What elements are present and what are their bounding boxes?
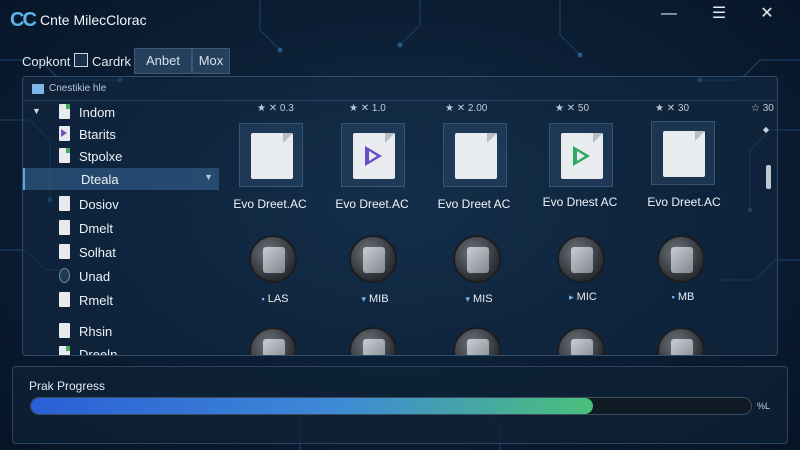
maximize-icon[interactable]: ☰ [707, 2, 731, 26]
disk-icon [59, 268, 70, 283]
drive-icon[interactable] [657, 235, 705, 283]
browser-header: Cnestikie hle [23, 77, 777, 101]
drive-icon[interactable] [557, 235, 605, 283]
drive-icon[interactable] [349, 235, 397, 283]
media-file-icon [561, 133, 603, 179]
sidebar-item-dreeln[interactable]: Dreeln [23, 343, 219, 356]
sidebar-item-dmelt[interactable]: Dmelt [23, 217, 219, 239]
drive-label: ▾ MIB [361, 293, 389, 305]
sidebar-item-label: Dosiov [79, 197, 119, 212]
column-rating: ☆ 30 [751, 103, 774, 114]
file-name: Evo Dreet.AC [647, 195, 721, 209]
file-tile[interactable] [341, 123, 405, 187]
file-tile[interactable] [239, 123, 303, 187]
document-icon [59, 292, 70, 307]
sidebar-item-label: Rhsin [79, 324, 113, 339]
toolbar-label: Copkont [22, 54, 71, 69]
file-grid: ★ ✕ 0.3 ★ ✕ 1.0 ★ ✕ 2.00 ★ ✕ 50 ★ ✕ 30 ☆… [219, 101, 777, 355]
sidebar-item-solhat[interactable]: Solhat [23, 241, 219, 263]
checkbox[interactable] [74, 53, 88, 67]
drive-label: ▾ MIS [465, 293, 493, 305]
drive-label: ▪ LAS [261, 293, 289, 305]
file-browser-panel: Cnestikie hle ▼ Indom Btarits Stpolxe Dt… [22, 76, 778, 356]
sidebar-item-btarits[interactable]: Btarits [23, 123, 219, 145]
drive-icon[interactable] [453, 327, 501, 355]
close-icon[interactable]: ✕ [755, 2, 779, 26]
sidebar-item-label: Unad [79, 269, 111, 284]
drive-label: ▸ MIC [569, 291, 597, 303]
document-icon [663, 131, 705, 177]
progress-value: %L [757, 401, 771, 411]
expand-caret-icon[interactable]: ▼ [32, 106, 41, 116]
file-name: Evo Dreet.AC [335, 197, 409, 211]
browser-title: Cnestikie hle [49, 83, 107, 94]
document-icon [251, 133, 293, 179]
progress-bar [30, 397, 752, 415]
document-icon [59, 244, 70, 259]
column-rating: ★ ✕ 30 [655, 103, 690, 114]
drive-icon[interactable] [249, 327, 297, 355]
sidebar-item-indom[interactable]: ▼ Indom [23, 101, 219, 123]
document-icon [59, 220, 70, 235]
document-icon [59, 196, 70, 211]
sidebar-item-stpolxe[interactable]: Stpolxe [23, 145, 219, 167]
document-icon [59, 148, 70, 163]
progress-title: Prak Progress [29, 379, 106, 393]
sidebar-item-label: Solhat [79, 245, 116, 260]
tab-mox[interactable]: Mox [192, 48, 230, 74]
document-icon [455, 133, 497, 179]
scrollbar-thumb[interactable] [766, 165, 771, 189]
document-icon [59, 104, 70, 119]
file-tile[interactable] [651, 121, 715, 185]
sidebar-item-label: Dreeln [79, 347, 118, 356]
drive-icon[interactable] [453, 235, 501, 283]
sidebar-item-unad[interactable]: Unad [23, 265, 219, 287]
drive-icon[interactable] [557, 327, 605, 355]
folder-icon [32, 84, 44, 94]
sidebar-item-label: Rmelt [79, 293, 113, 308]
window-title: Cnte MilecClorac [40, 12, 147, 28]
sidebar-item-label: Stpolxe [79, 149, 123, 164]
drive-label: ▪ MB [671, 291, 695, 303]
sidebar-item-label: Dmelt [79, 221, 113, 236]
sidebar-item-dosiov[interactable]: Dosiov [23, 193, 219, 215]
media-file-icon [353, 133, 395, 179]
tab-anbet[interactable]: Anbet [134, 48, 192, 74]
file-name: Evo Dreet.AC [233, 197, 307, 211]
file-name: Evo Dnest AC [542, 195, 618, 209]
file-tile[interactable] [443, 123, 507, 187]
sidebar: ▼ Indom Btarits Stpolxe Dteala ▼ Dosiov … [23, 101, 219, 356]
drive-icon[interactable] [349, 327, 397, 355]
progress-fill [31, 398, 593, 414]
file-tile[interactable] [549, 123, 613, 187]
column-rating: ★ ✕ 1.0 [349, 103, 386, 114]
checkbox-label: Cardrk [92, 54, 132, 69]
column-rating: ★ ✕ 2.00 [445, 103, 488, 114]
sidebar-item-rmelt[interactable]: Rmelt [23, 289, 219, 311]
minimize-icon[interactable]: — [657, 2, 681, 26]
sidebar-item-rhsin[interactable]: Rhsin [23, 320, 219, 342]
sidebar-item-label: Dteala [81, 172, 119, 187]
scroll-up-icon[interactable]: ◆ [763, 125, 769, 134]
progress-panel: Prak Progress %L [12, 366, 788, 444]
app-logo: CC [10, 9, 37, 31]
drive-icon[interactable] [657, 327, 705, 355]
sidebar-item-dteala[interactable]: Dteala ▼ [23, 168, 219, 190]
sidebar-item-label: Indom [79, 105, 116, 120]
column-rating: ★ ✕ 50 [555, 103, 590, 114]
sidebar-item-label: Btarits [79, 127, 116, 142]
media-file-icon [59, 126, 70, 141]
document-icon [59, 323, 70, 338]
title-bar: CC Cnte MilecClorac — ☰ ✕ [0, 0, 800, 40]
drive-icon[interactable] [249, 235, 297, 283]
file-name: Evo Dreet AC [437, 197, 511, 211]
chevron-down-icon[interactable]: ▼ [204, 172, 213, 182]
document-icon [59, 346, 70, 355]
column-rating: ★ ✕ 0.3 [257, 103, 294, 114]
